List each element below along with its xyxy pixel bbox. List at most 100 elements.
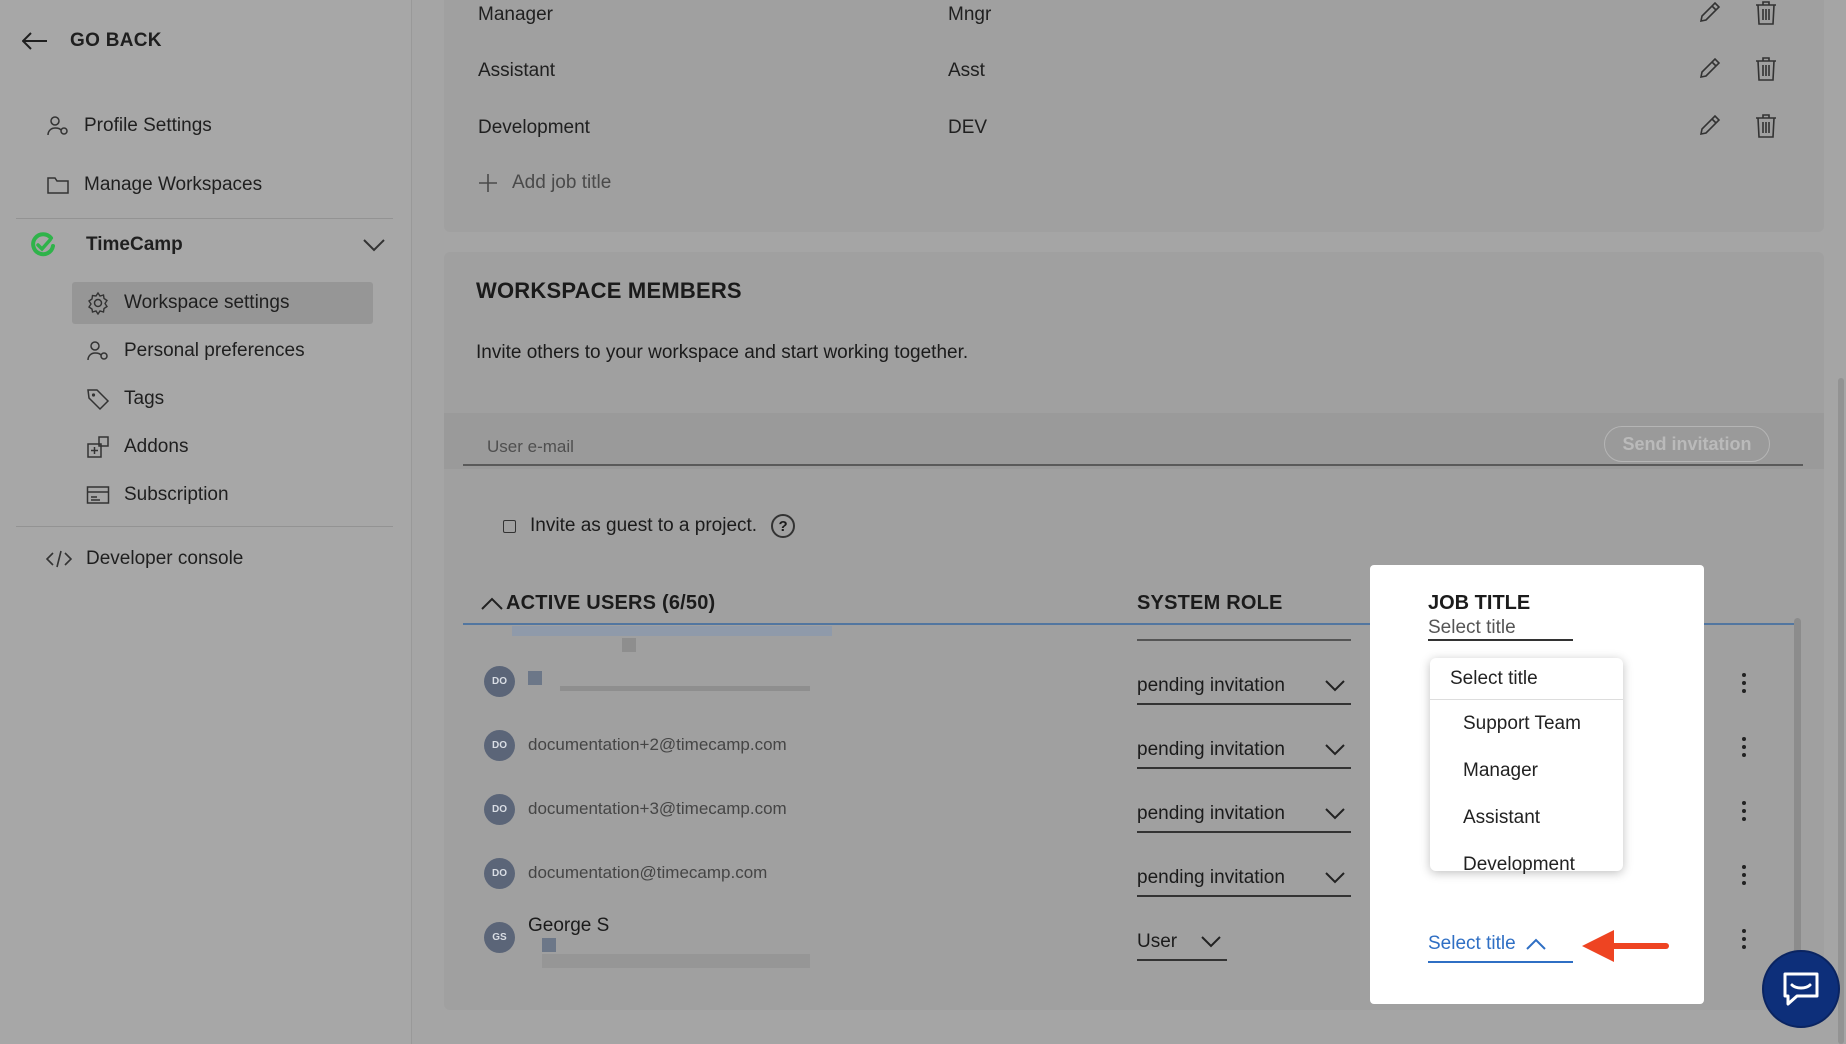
sidebar-item-personal-preferences[interactable]: Personal preferences (72, 330, 373, 372)
job-title-name: Development (478, 117, 590, 138)
help-icon[interactable]: ? (771, 514, 796, 538)
dropdown-option-assistant[interactable]: Assistant (1430, 794, 1623, 841)
avatar: DO (484, 730, 515, 761)
blurred-text (542, 954, 810, 968)
workspace-name: TimeCamp (86, 234, 183, 255)
job-title-highlight: JOB TITLE Select title Select title Supp… (1370, 565, 1704, 1004)
job-title-name: Manager (478, 4, 553, 25)
role-value: pending invitation (1137, 675, 1285, 696)
trash-icon[interactable] (1755, 56, 1777, 88)
dropdown-option-placeholder[interactable]: Select title (1430, 658, 1623, 700)
arrow-left-icon (22, 32, 47, 50)
more-options-icon[interactable] (1742, 801, 1748, 821)
sidebar-item-label: Addons (124, 436, 189, 457)
job-title-select-hidden[interactable]: Select title (1428, 611, 1573, 641)
section-title: WORKSPACE MEMBERS (476, 278, 742, 303)
sidebar-item-label: Developer console (86, 548, 244, 569)
blurred-text (622, 638, 636, 652)
user-email: documentation+3@timecamp.com (528, 799, 787, 818)
role-select[interactable]: User (1137, 925, 1227, 961)
section-description: Invite others to your workspace and star… (476, 342, 969, 363)
sidebar-item-developer-console[interactable]: Developer console (46, 548, 243, 570)
sidebar-item-subscription[interactable]: Subscription (72, 474, 373, 516)
code-icon (46, 550, 72, 568)
more-options-icon[interactable] (1742, 737, 1748, 757)
user-email: documentation@timecamp.com (528, 863, 768, 882)
dropdown-option-support-team[interactable]: Support Team (1430, 700, 1623, 747)
user-gear-icon (47, 116, 68, 136)
chevron-up-icon (481, 597, 503, 610)
more-options-icon[interactable] (1742, 865, 1748, 885)
blurred-text (542, 938, 556, 952)
email-input[interactable] (463, 430, 1803, 466)
sidebar-item-label: Manage Workspaces (84, 174, 263, 195)
chevron-down-icon (1325, 808, 1345, 820)
select-placeholder: Select title (1428, 617, 1516, 638)
add-job-title-button[interactable]: Add job title (478, 172, 611, 194)
sidebar-item-label: Profile Settings (84, 115, 212, 136)
chevron-down-icon (363, 239, 385, 252)
chevron-down-icon (1325, 872, 1345, 884)
dropdown-option-manager[interactable]: Manager (1430, 747, 1623, 794)
avatar: GS (484, 922, 515, 953)
sidebar-item-workspace-settings[interactable]: Workspace settings (72, 282, 373, 324)
blurred-name (512, 626, 832, 636)
avatar: DO (484, 666, 515, 697)
gear-icon (88, 291, 108, 315)
chevron-down-icon (1325, 744, 1345, 756)
chevron-down-icon (1201, 936, 1221, 948)
role-select[interactable]: pending invitation (1137, 669, 1351, 705)
chat-support-button[interactable] (1762, 950, 1840, 1028)
workspace-selector[interactable]: TimeCamp (30, 232, 385, 258)
go-back-button[interactable]: GO BACK (22, 30, 162, 52)
avatar: DO (484, 794, 515, 825)
trash-icon[interactable] (1755, 113, 1777, 145)
sidebar-item-manage-workspaces[interactable]: Manage Workspaces (46, 174, 262, 196)
blurred-text (560, 686, 810, 691)
user-gear-icon (87, 341, 108, 361)
chevron-up-icon (1525, 938, 1546, 950)
job-title-select[interactable]: Select title (1428, 927, 1573, 963)
guest-checkbox[interactable] (503, 519, 516, 533)
role-value: User (1137, 931, 1178, 952)
job-title-row: Assistant Asst (478, 57, 1798, 82)
role-select[interactable]: pending invitation (1137, 733, 1351, 769)
dropdown-option-development[interactable]: Development (1430, 841, 1623, 888)
role-value: pending invitation (1137, 739, 1285, 760)
tag-icon (87, 389, 110, 411)
avatar: DO (484, 858, 515, 889)
sidebar-item-addons[interactable]: Addons (72, 426, 373, 468)
guest-label: Invite as guest to a project. (530, 515, 758, 536)
job-title-abbr: Asst (948, 60, 985, 81)
active-users-header[interactable]: ACTIVE USERS (6/50) (480, 592, 715, 615)
add-job-title-label: Add job title (512, 172, 612, 193)
pencil-icon[interactable] (1698, 0, 1722, 30)
blurred-text (528, 671, 542, 685)
job-titles-card (444, 0, 1824, 232)
chat-icon (1783, 972, 1819, 1006)
card-icon (86, 486, 110, 504)
role-value: pending invitation (1137, 803, 1285, 824)
sidebar-item-label: Workspace settings (124, 292, 290, 313)
role-select-hidden[interactable] (1137, 624, 1351, 641)
pencil-icon[interactable] (1698, 113, 1722, 143)
sidebar-item-tags[interactable]: Tags (72, 378, 373, 420)
pencil-icon[interactable] (1698, 56, 1722, 86)
trash-icon[interactable] (1755, 0, 1777, 32)
system-role-header: SYSTEM ROLE (1137, 592, 1283, 614)
user-email: documentation+2@timecamp.com (528, 735, 787, 754)
more-options-icon[interactable] (1742, 673, 1748, 693)
active-users-label: ACTIVE USERS (6/50) (506, 592, 716, 614)
user-name: George S (528, 915, 610, 936)
role-select[interactable]: pending invitation (1137, 861, 1351, 897)
timecamp-logo-icon (31, 232, 55, 257)
sidebar-item-label: Subscription (124, 484, 229, 505)
more-options-icon[interactable] (1742, 929, 1748, 949)
role-select[interactable]: pending invitation (1137, 797, 1351, 833)
job-title-row: Manager Mngr (478, 1, 1798, 26)
sidebar-item-label: Tags (124, 388, 165, 409)
send-invitation-button[interactable]: Send invitation (1604, 426, 1770, 462)
page-scrollbar[interactable] (1838, 378, 1844, 1044)
job-title-abbr: DEV (948, 117, 988, 138)
sidebar-item-profile-settings[interactable]: Profile Settings (46, 114, 212, 138)
